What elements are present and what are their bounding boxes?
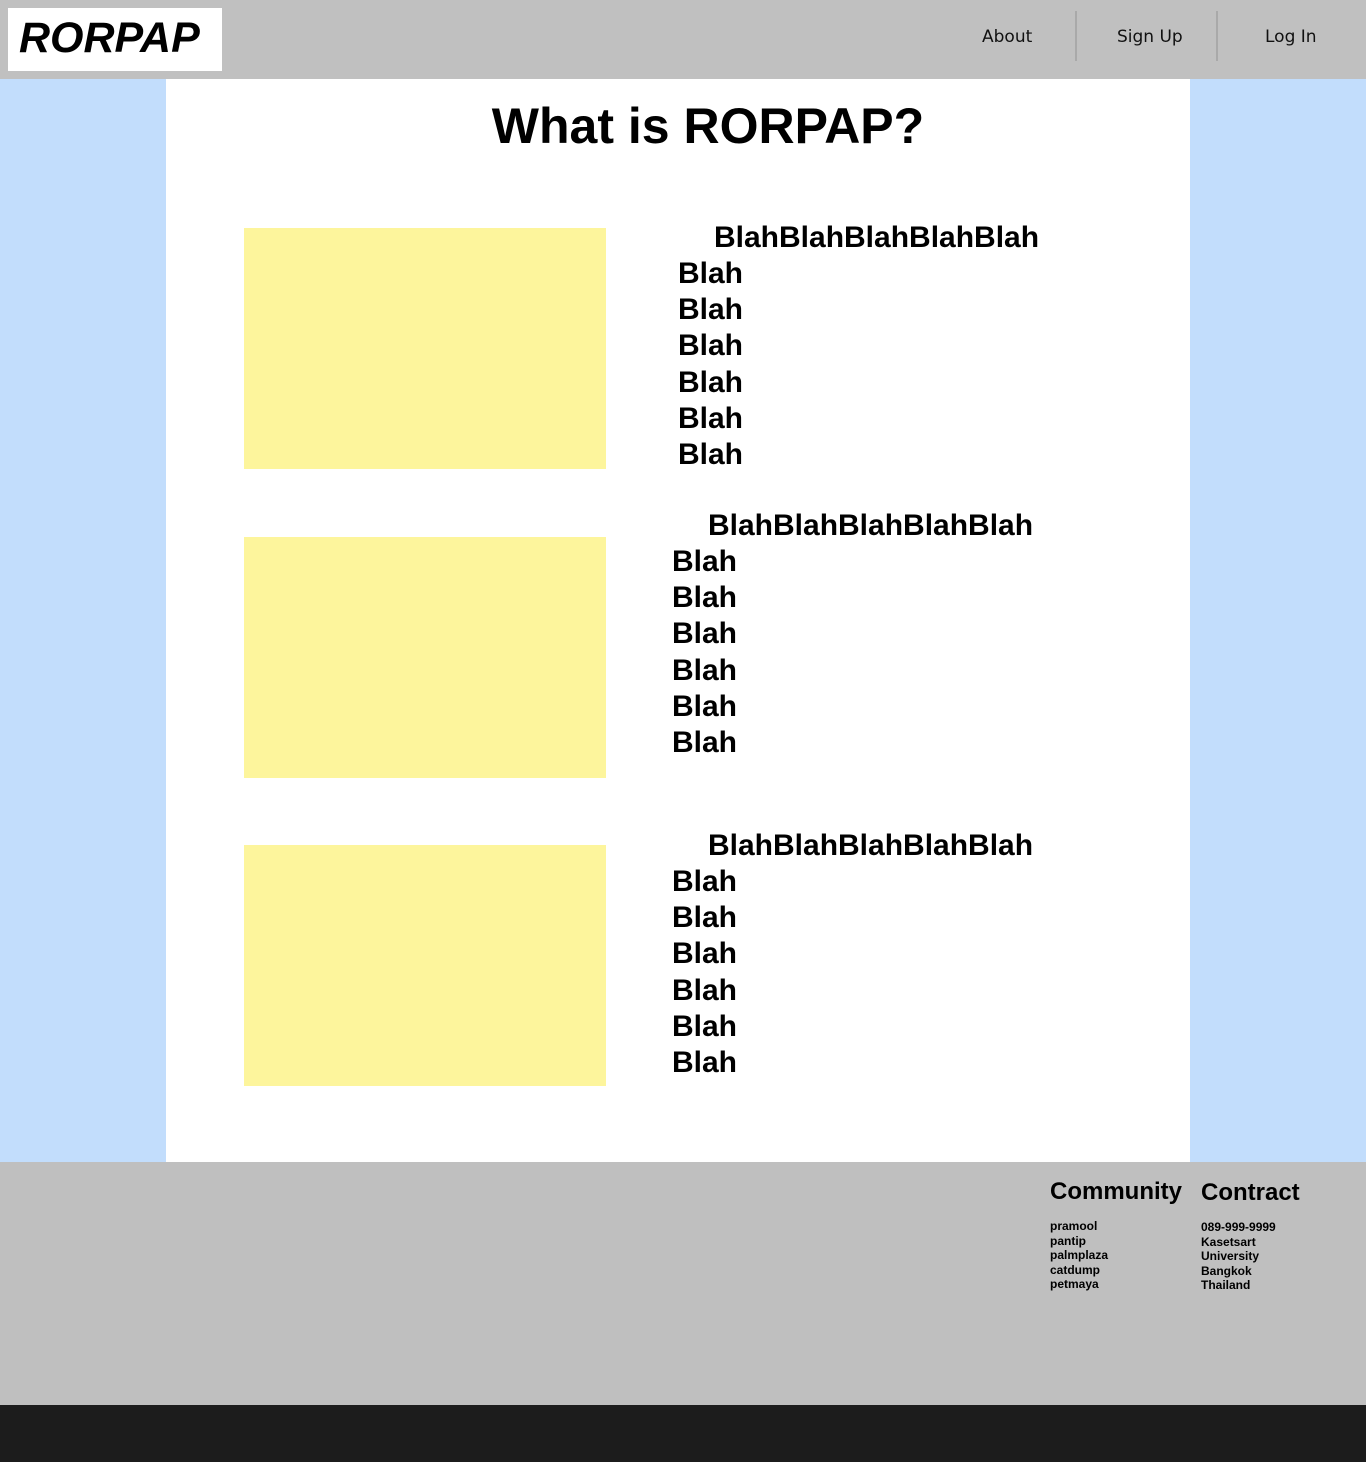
feature-heading: BlahBlahBlahBlahBlah bbox=[714, 221, 1040, 254]
community-heading: Community bbox=[1050, 1178, 1182, 1205]
contract-line: Thailand bbox=[1201, 1278, 1251, 1292]
feature-line: Blah bbox=[672, 901, 738, 934]
logo-text: RORPAP bbox=[19, 14, 200, 62]
feature-line: Blah bbox=[678, 257, 744, 290]
feature-line: Blah bbox=[672, 937, 738, 970]
nav-log-in[interactable]: Log In bbox=[1265, 27, 1317, 47]
nav-about[interactable]: About bbox=[982, 27, 1032, 47]
community-link[interactable]: pramool bbox=[1050, 1219, 1097, 1233]
feature-image bbox=[244, 537, 606, 778]
feature-line: Blah bbox=[672, 1010, 738, 1043]
contract-line: Kasetsart bbox=[1201, 1235, 1256, 1249]
logo[interactable]: RORPAP bbox=[8, 8, 222, 71]
feature-line: Blah bbox=[678, 366, 744, 399]
feature-line: Blah bbox=[672, 690, 738, 723]
feature-image bbox=[244, 228, 606, 469]
nav-divider bbox=[1075, 11, 1077, 61]
footer: Community pramool pantip palmplaza catdu… bbox=[0, 1162, 1366, 1405]
contract-phone: 089-999-9999 bbox=[1201, 1220, 1276, 1234]
feature-heading: BlahBlahBlahBlahBlah bbox=[708, 829, 1034, 862]
nav-divider bbox=[1216, 11, 1218, 61]
feature-line: Blah bbox=[672, 1046, 738, 1079]
header: RORPAP About Sign Up Log In bbox=[0, 0, 1366, 79]
feature-line: Blah bbox=[672, 617, 738, 650]
bottom-bar bbox=[0, 1405, 1366, 1462]
page-title: What is RORPAP? bbox=[491, 98, 925, 154]
nav-sign-up[interactable]: Sign Up bbox=[1117, 27, 1183, 47]
feature-line: Blah bbox=[678, 402, 744, 435]
community-link[interactable]: palmplaza bbox=[1050, 1248, 1108, 1262]
feature-line: Blah bbox=[672, 974, 738, 1007]
community-link[interactable]: petmaya bbox=[1050, 1277, 1099, 1291]
feature-line: Blah bbox=[678, 438, 744, 471]
feature-heading: BlahBlahBlahBlahBlah bbox=[708, 509, 1034, 542]
community-link[interactable]: pantip bbox=[1050, 1234, 1086, 1248]
feature-line: Blah bbox=[672, 865, 738, 898]
feature-line: Blah bbox=[678, 329, 744, 362]
feature-line: Blah bbox=[678, 293, 744, 326]
contract-line: University bbox=[1201, 1249, 1260, 1263]
feature-line: Blah bbox=[672, 726, 738, 759]
feature-image bbox=[244, 845, 606, 1086]
feature-line: Blah bbox=[672, 654, 738, 687]
main-content: What is RORPAP? BlahBlahBlahBlahBlah Bla… bbox=[166, 79, 1190, 1162]
feature-line: Blah bbox=[672, 545, 738, 578]
feature-line: Blah bbox=[672, 581, 738, 614]
contract-heading: Contract bbox=[1201, 1179, 1300, 1206]
community-link[interactable]: catdump bbox=[1050, 1263, 1100, 1277]
contract-line: Bangkok bbox=[1201, 1264, 1252, 1278]
